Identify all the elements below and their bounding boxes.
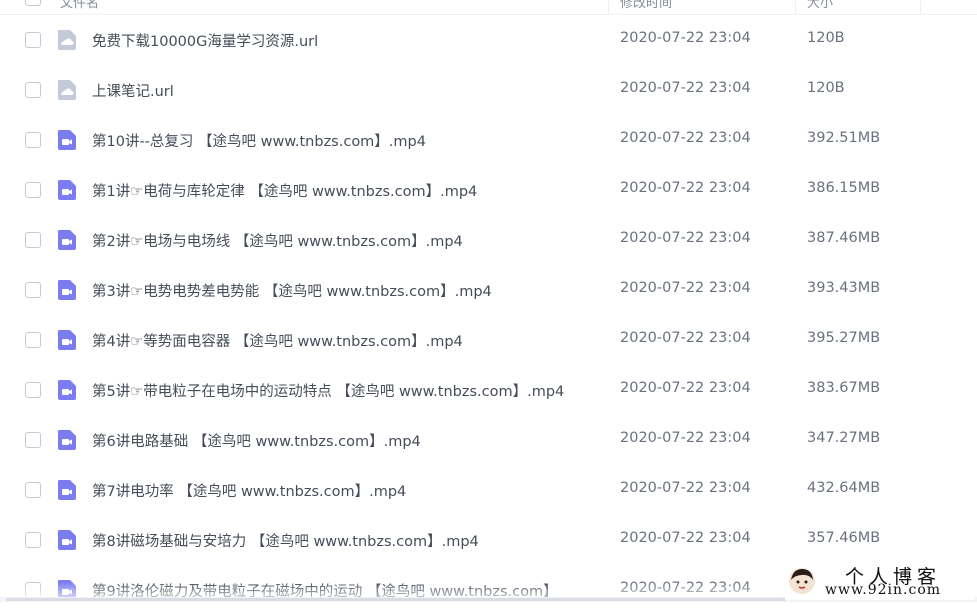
file-modified-date: 2020-07-22 23:04	[620, 180, 751, 196]
row-checkbox[interactable]	[25, 382, 41, 398]
video-file-icon	[58, 330, 76, 350]
column-divider	[920, 0, 921, 14]
video-file-icon	[58, 230, 76, 250]
file-name[interactable]: 第8讲磁场基础与安培力 【途鸟吧 www.tnbzs.com】.mp4	[92, 530, 479, 551]
video-file-icon	[58, 130, 76, 150]
file-name[interactable]: 免费下载10000G海量学习资源.url	[92, 30, 318, 51]
file-row[interactable]: 第1讲☞电荷与库轮定律 【途鸟吧 www.tnbzs.com】.mp4 2020-…	[0, 165, 977, 215]
file-row[interactable]: 第3讲☞电势电势差电势能 【途鸟吧 www.tnbzs.com】.mp4 2020…	[0, 265, 977, 315]
file-modified-date: 2020-07-22 23:04	[620, 280, 751, 296]
file-modified-date: 2020-07-22 23:04	[620, 230, 751, 246]
select-all-checkbox[interactable]	[25, 0, 41, 6]
file-row[interactable]: 上课笔记.url 2020-07-22 23:04 120B	[0, 65, 977, 115]
file-name[interactable]: 第3讲☞电势电势差电势能 【途鸟吧 www.tnbzs.com】.mp4	[92, 280, 492, 301]
watermark-url: www.92in.com	[825, 582, 942, 598]
file-name[interactable]: 第2讲☞电场与电场线 【途鸟吧 www.tnbzs.com】.mp4	[92, 230, 463, 251]
file-row[interactable]: 第8讲磁场基础与安培力 【途鸟吧 www.tnbzs.com】.mp4 2020-…	[0, 515, 977, 565]
file-modified-date: 2020-07-22 23:04	[620, 380, 751, 396]
video-file-icon	[58, 530, 76, 550]
file-size: 392.51MB	[807, 130, 881, 146]
file-size: 347.27MB	[807, 430, 881, 446]
column-header-date[interactable]: 修改时间	[620, 0, 672, 11]
row-checkbox[interactable]	[25, 82, 41, 98]
file-row[interactable]: 第7讲电功率 【途鸟吧 www.tnbzs.com】.mp4 2020-07-22…	[0, 465, 977, 515]
file-size: 357.46MB	[807, 530, 881, 546]
file-modified-date: 2020-07-22 23:04	[620, 30, 751, 46]
video-file-icon	[58, 180, 76, 200]
file-modified-date: 2020-07-22 23:04	[620, 480, 751, 496]
video-file-icon	[58, 380, 76, 400]
video-file-icon	[58, 430, 76, 450]
file-modified-date: 2020-07-22 23:04	[620, 530, 751, 546]
file-name[interactable]: 第4讲☞等势面电容器 【途鸟吧 www.tnbzs.com】.mp4	[92, 330, 463, 351]
file-name[interactable]: 第10讲--总复习 【途鸟吧 www.tnbzs.com】.mp4	[92, 130, 426, 151]
file-modified-date: 2020-07-22 23:04	[620, 430, 751, 446]
row-checkbox[interactable]	[25, 282, 41, 298]
row-checkbox[interactable]	[25, 432, 41, 448]
row-checkbox[interactable]	[25, 232, 41, 248]
file-row[interactable]: 第2讲☞电场与电场线 【途鸟吧 www.tnbzs.com】.mp4 2020-0…	[0, 215, 977, 265]
file-size: 120B	[807, 80, 845, 96]
video-file-icon	[58, 280, 76, 300]
file-modified-date: 2020-07-22 23:04	[620, 80, 751, 96]
file-size: 395.27MB	[807, 330, 881, 346]
column-divider	[608, 0, 609, 14]
file-size: 432.64MB	[807, 480, 881, 496]
cloud-link-icon	[58, 30, 76, 50]
file-name[interactable]: 第6讲电路基础 【途鸟吧 www.tnbzs.com】.mp4	[92, 430, 421, 451]
row-checkbox[interactable]	[25, 482, 41, 498]
file-row[interactable]: 第4讲☞等势面电容器 【途鸟吧 www.tnbzs.com】.mp4 2020-0…	[0, 315, 977, 365]
column-header-name[interactable]: 文件名	[60, 0, 99, 11]
column-divider	[795, 0, 796, 14]
row-checkbox[interactable]	[25, 32, 41, 48]
file-row[interactable]: 第10讲--总复习 【途鸟吧 www.tnbzs.com】.mp4 2020-07…	[0, 115, 977, 165]
horizontal-scrollbar-thumb[interactable]	[6, 598, 786, 601]
file-size: 386.15MB	[807, 180, 881, 196]
file-row[interactable]: 第6讲电路基础 【途鸟吧 www.tnbzs.com】.mp4 2020-07-2…	[0, 415, 977, 465]
file-row[interactable]: 第5讲☞带电粒子在电场中的运动特点 【途鸟吧 www.tnbzs.com】.mp…	[0, 365, 977, 415]
watermark: 个人博客 www.92in.com	[785, 562, 975, 600]
file-name[interactable]: 第5讲☞带电粒子在电场中的运动特点 【途鸟吧 www.tnbzs.com】.mp…	[92, 380, 564, 401]
file-size: 387.46MB	[807, 230, 881, 246]
row-checkbox[interactable]	[25, 332, 41, 348]
file-modified-date: 2020-07-22 23:04	[620, 330, 751, 346]
file-list-header: 文件名 修改时间 大小	[0, 0, 977, 15]
avatar-icon	[789, 568, 815, 594]
file-name[interactable]: 上课笔记.url	[92, 80, 174, 101]
file-modified-date: 2020-07-22 23:04	[620, 130, 751, 146]
file-size: 393.43MB	[807, 280, 881, 296]
file-size: 383.67MB	[807, 380, 881, 396]
row-checkbox[interactable]	[25, 532, 41, 548]
file-name[interactable]: 第7讲电功率 【途鸟吧 www.tnbzs.com】.mp4	[92, 480, 406, 501]
row-checkbox[interactable]	[25, 132, 41, 148]
file-row[interactable]: 免费下载10000G海量学习资源.url 2020-07-22 23:04 120B	[0, 15, 977, 65]
video-file-icon	[58, 480, 76, 500]
file-size: 120B	[807, 30, 845, 46]
row-checkbox[interactable]	[25, 182, 41, 198]
column-header-size[interactable]: 大小	[807, 0, 833, 11]
cloud-link-icon	[58, 80, 76, 100]
file-name[interactable]: 第1讲☞电荷与库轮定律 【途鸟吧 www.tnbzs.com】.mp4	[92, 180, 477, 201]
